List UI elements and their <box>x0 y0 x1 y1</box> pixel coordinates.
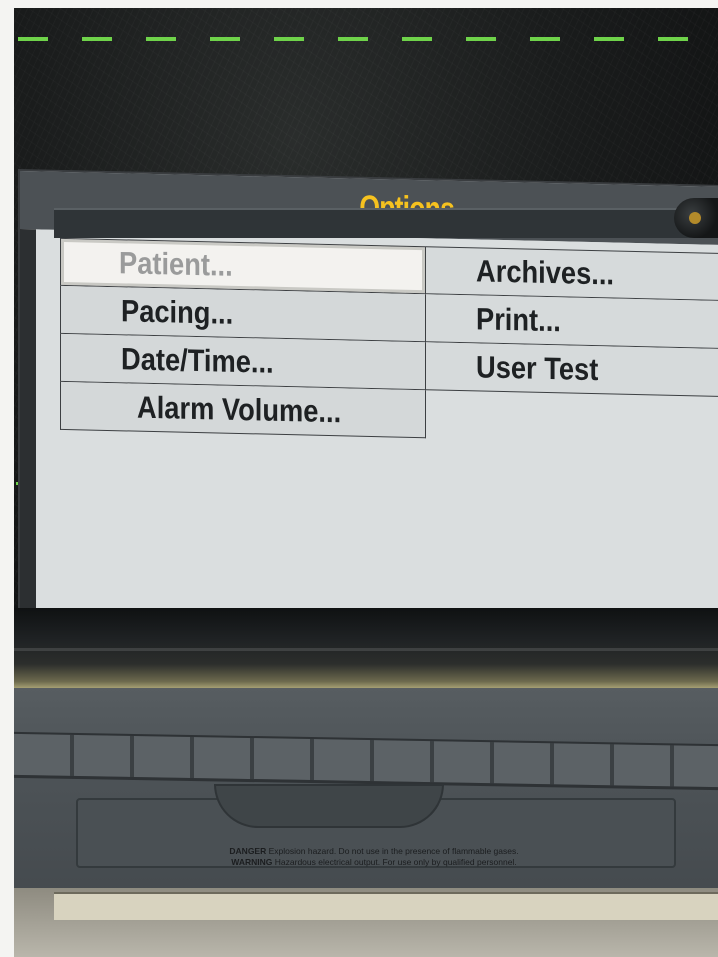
dialog-body: Patient... Pacing... Date/Time... Alarm … <box>20 229 718 627</box>
menu-item-label: Pacing... <box>121 292 234 331</box>
menu-item-date-time[interactable]: Date/Time... <box>60 333 426 391</box>
ecg-trace <box>18 34 718 44</box>
printer-door-latch[interactable] <box>214 784 444 828</box>
cart-shelf <box>54 892 718 920</box>
menu-item-label: Archives... <box>476 253 614 292</box>
bezel-highlight <box>14 648 718 651</box>
warning-line: WARNING Hazardous electrical output. For… <box>114 857 634 868</box>
menu-item-alarm-volume[interactable]: Alarm Volume... <box>60 381 426 439</box>
knob-indicator-icon <box>689 212 701 224</box>
paper-tear-bar <box>14 731 718 791</box>
options-dialog: Options Patient... Pacing... Date/Time..… <box>20 171 718 627</box>
danger-prefix: DANGER <box>229 846 267 856</box>
danger-text: Explosion hazard. Do not use in the pres… <box>268 846 519 856</box>
menu-item-label: Date/Time... <box>121 340 274 380</box>
menu-column-left: Patient... Pacing... Date/Time... Alarm … <box>60 237 426 439</box>
device-base <box>54 208 718 238</box>
device-photo: Options Patient... Pacing... Date/Time..… <box>14 8 718 957</box>
monitor-screen: Options Patient... Pacing... Date/Time..… <box>14 8 718 658</box>
menu-item-label: Alarm Volume... <box>137 389 342 429</box>
menu-item-print[interactable]: Print... <box>426 294 718 350</box>
menu-item-label: Print... <box>476 300 561 338</box>
menu-item-archives[interactable]: Archives... <box>426 246 718 302</box>
menu-item-pacing[interactable]: Pacing... <box>60 285 426 343</box>
danger-line: DANGER Explosion hazard. Do not use in t… <box>114 846 634 857</box>
menu-item-patient[interactable]: Patient... <box>60 237 426 295</box>
menu-item-user-test[interactable]: User Test <box>426 342 718 398</box>
menu-item-label: User Test <box>476 348 599 387</box>
warning-prefix: WARNING <box>231 857 273 867</box>
menu-column-right: Archives... Print... User Test <box>426 246 718 398</box>
warning-text: Hazardous electrical output. For use onl… <box>274 857 517 867</box>
warning-label: DANGER Explosion hazard. Do not use in t… <box>114 846 634 886</box>
menu-item-label: Patient... <box>119 245 233 283</box>
